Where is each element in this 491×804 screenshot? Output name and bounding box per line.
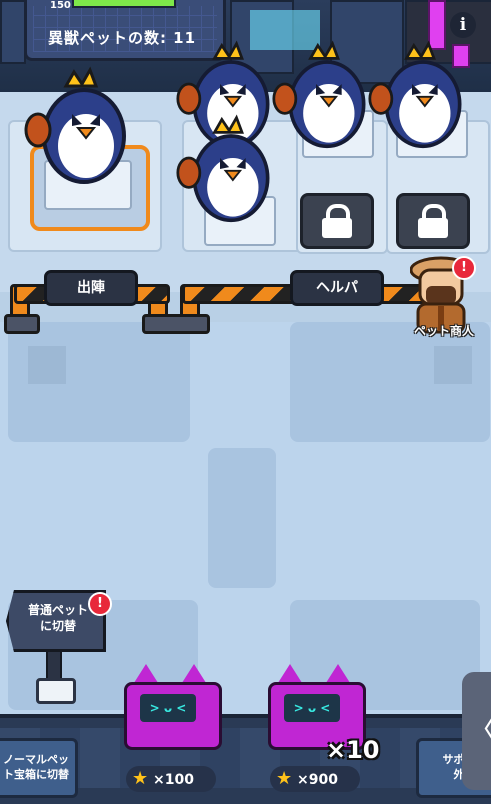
locked-slot[interactable] — [396, 193, 470, 249]
floor-tile — [434, 346, 472, 384]
chest1-price: ★ ×100 — [126, 766, 216, 792]
deploy-sign: 出陣 — [44, 270, 138, 306]
merchant-label: ペット商人 — [413, 324, 474, 338]
penguin-pet[interactable] — [368, 40, 478, 150]
penguin-pet[interactable] — [24, 66, 144, 186]
normal-chest-switch-button[interactable]: ノーマルペッ ト宝箱に切替 — [0, 738, 78, 798]
helper-sign: ヘルパ — [290, 270, 384, 306]
rail-foot — [142, 314, 210, 334]
switch-pet-label: 普通ペット に切替 — [18, 602, 98, 634]
rail-foot — [4, 314, 40, 334]
switch-label-line2: に切替 — [39, 619, 76, 633]
chest2-multiplier: ×10 — [326, 736, 380, 764]
left-button-line2: ト宝箱に切替 — [3, 768, 69, 781]
switch-alert-badge: ! — [88, 592, 112, 616]
chest-face-icon: > ᴗ < — [284, 694, 340, 722]
sign-base — [36, 678, 76, 704]
floor-tile — [28, 346, 66, 384]
chest-face-icon: > ᴗ < — [140, 694, 196, 722]
star-currency-icon: ★ — [132, 768, 149, 789]
left-button-line1: ノーマルペッ — [3, 753, 69, 766]
floor-tile — [208, 448, 276, 588]
chest2-price-value: ×900 — [297, 772, 338, 788]
status-bar — [72, 0, 176, 8]
pet-chest-single[interactable]: > ᴗ < — [124, 664, 222, 750]
merchant-alert-badge: ! — [452, 256, 476, 280]
penguin-pet[interactable] — [176, 114, 286, 224]
locked-slot[interactable] — [300, 193, 374, 249]
info-button[interactable]: i — [450, 12, 476, 38]
switch-label-line1: 普通ペット — [27, 603, 88, 617]
side-panel-tab[interactable]: 〈 — [462, 672, 491, 790]
star-currency-icon: ★ — [276, 768, 293, 789]
chest2-price: ★ ×900 — [270, 766, 360, 792]
chest1-price-value: ×100 — [153, 772, 194, 788]
pet-chest-ten[interactable]: > ᴗ < — [268, 664, 366, 750]
small-value: 150 — [50, 0, 71, 11]
penguin-pet[interactable] — [272, 40, 382, 150]
